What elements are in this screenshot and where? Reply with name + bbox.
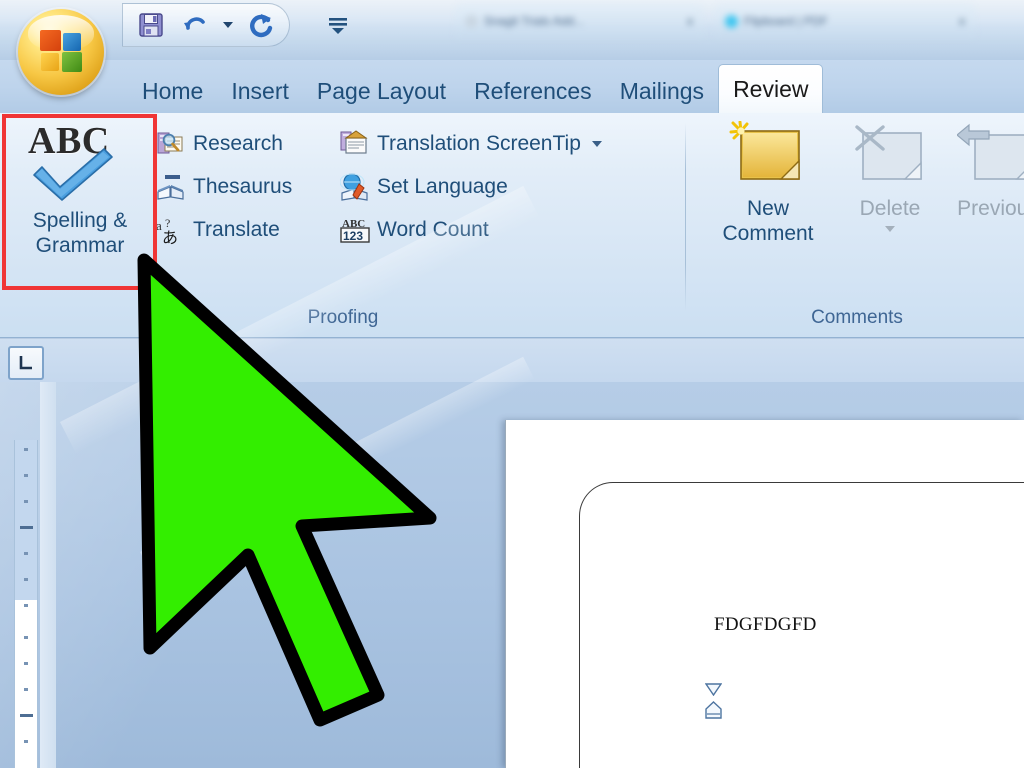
word-count-button[interactable]: ABC 123 Word Count	[340, 215, 489, 245]
background-tab-1-title: Snagit Trials Add...	[484, 14, 585, 28]
spelling-and-grammar-label-line1: Spelling &	[32, 209, 128, 232]
previous-comment-icon	[957, 123, 1024, 180]
svg-text:123: 123	[343, 229, 363, 243]
translate-icon: a ? あ	[156, 215, 186, 247]
tab-insert[interactable]: Insert	[217, 68, 303, 114]
spelling-and-grammar-label-line2: Grammar	[35, 233, 125, 257]
document-left-gutter	[40, 382, 56, 768]
vertical-ruler[interactable]	[14, 440, 38, 768]
previous-comment-button[interactable]: Previous	[942, 121, 1024, 222]
background-tab-2-title: Flipboard | PDF	[744, 14, 828, 28]
office-logo-icon	[39, 29, 85, 75]
chevron-down-icon[interactable]	[591, 141, 602, 147]
new-comment-button[interactable]: New Comment	[704, 121, 832, 247]
background-browser-tabs: Snagit Trials Add... x Flipboard | PDF x	[455, 0, 1024, 48]
ribbon-group-comments-label: Comments	[811, 307, 903, 328]
abc-check-icon: ABC	[22, 119, 138, 209]
redo-arrow-icon	[250, 14, 273, 38]
redo-button[interactable]	[243, 7, 279, 43]
word-count-label: Word Count	[377, 218, 489, 241]
tab-references[interactable]: References	[460, 68, 606, 114]
vertical-ruler-margin	[15, 440, 37, 600]
research-button[interactable]: Research	[156, 129, 283, 159]
thesaurus-label: Thesaurus	[193, 175, 293, 198]
horizontal-ruler[interactable]: 1 1	[0, 339, 1024, 719]
favicon-icon	[725, 14, 738, 28]
translation-screentip-button[interactable]: Translation ScreenTip	[340, 129, 602, 159]
ribbon-group-proofing-label: Proofing	[307, 307, 379, 328]
tab-home-label: Home	[142, 77, 204, 104]
group-separator	[685, 123, 686, 311]
thesaurus-button[interactable]: Thesaurus	[156, 172, 292, 202]
spelling-and-grammar-button[interactable]: ABC Spelling & Grammar	[6, 119, 154, 259]
left-tab-stop-icon	[19, 356, 32, 370]
delete-comment-label: Delete	[859, 197, 921, 220]
set-language-label: Set Language	[377, 175, 508, 198]
ribbon-group-proofing: ABC Spelling & Grammar Research Thesauru…	[0, 113, 686, 338]
new-comment-label-line2: Comment	[722, 221, 814, 245]
undo-button[interactable]	[177, 7, 213, 43]
undo-arrow-icon	[184, 17, 205, 30]
translate-label: Translate	[193, 218, 280, 241]
favicon-icon	[465, 14, 478, 28]
tab-home[interactable]: Home	[128, 68, 217, 114]
background-tab-2: Flipboard | PDF x	[715, 4, 975, 38]
floppy-disk-icon	[139, 13, 163, 37]
screentip-icon	[340, 129, 370, 159]
new-comment-label-line1: New	[746, 197, 789, 220]
background-tab-1: Snagit Trials Add... x	[455, 4, 703, 38]
customize-quick-access-toolbar-button[interactable]	[325, 12, 351, 38]
tab-review-label: Review	[733, 76, 809, 102]
tab-mailings-label: Mailings	[619, 77, 705, 104]
ribbon-group-comments: New Comment Delete Previou Comments	[690, 113, 1024, 338]
word-application-window: Snagit Trials Add... x Flipboard | PDF x	[0, 0, 1024, 768]
undo-dropdown-button[interactable]	[221, 7, 235, 43]
tab-page-layout[interactable]: Page Layout	[303, 68, 460, 114]
quick-access-toolbar	[122, 3, 290, 47]
tab-mailings[interactable]: Mailings	[606, 68, 718, 114]
tab-review[interactable]: Review	[718, 64, 824, 114]
delete-comment-button[interactable]: Delete	[834, 121, 946, 232]
ribbon: ABC Spelling & Grammar Research Thesauru…	[0, 113, 1024, 338]
ribbon-tab-strip: Home Insert Page Layout References Maili…	[0, 60, 1024, 114]
translate-button[interactable]: a ? あ Translate	[156, 215, 280, 247]
close-icon: x	[959, 14, 965, 28]
tab-page-layout-label: Page Layout	[316, 77, 447, 104]
save-button[interactable]	[133, 7, 169, 43]
language-icon	[339, 172, 370, 202]
translation-screentip-label: Translation ScreenTip	[377, 132, 581, 155]
chevron-down-bar-icon	[329, 18, 347, 34]
new-comment-icon	[729, 121, 800, 180]
tab-stop-selector-button[interactable]	[8, 346, 44, 380]
close-icon: x	[687, 14, 693, 28]
word-count-icon: ABC 123	[340, 215, 370, 245]
delete-comment-icon	[855, 125, 922, 180]
previous-comment-label: Previous	[957, 197, 1024, 220]
svg-text:あ: あ	[162, 228, 178, 245]
chevron-down-icon	[223, 22, 233, 28]
left-indent-marker[interactable]	[705, 701, 722, 719]
tab-references-label: References	[474, 77, 592, 104]
tab-insert-label: Insert	[231, 77, 289, 104]
chevron-down-icon[interactable]	[885, 225, 895, 232]
document-page[interactable]: FDGFDGFD	[505, 420, 1024, 768]
office-button[interactable]	[18, 9, 104, 95]
set-language-button[interactable]: Set Language	[339, 172, 508, 202]
document-body-text[interactable]: FDGFDGFD	[714, 614, 817, 636]
research-icon	[156, 129, 186, 159]
thesaurus-icon	[156, 172, 186, 202]
research-label: Research	[193, 132, 283, 155]
first-line-indent-marker[interactable]	[705, 683, 722, 696]
